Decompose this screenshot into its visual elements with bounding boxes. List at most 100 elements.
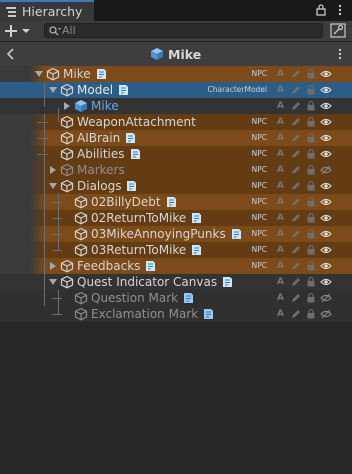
- pencil-icon[interactable]: [291, 229, 301, 239]
- lock-icon[interactable]: [307, 277, 315, 287]
- pencil-icon[interactable]: [291, 101, 301, 111]
- search-input[interactable]: [62, 24, 317, 37]
- eye-icon[interactable]: [320, 197, 332, 207]
- row-a-column[interactable]: A: [277, 306, 284, 322]
- lock-icon[interactable]: [307, 261, 315, 271]
- tab-hierarchy[interactable]: Hierarchy: [0, 0, 94, 21]
- eye-icon[interactable]: [320, 277, 332, 287]
- hierarchy-row[interactable]: Feedbacks NPC A: [0, 258, 352, 274]
- row-a-column[interactable]: A: [277, 178, 284, 194]
- row-label: 02BillyDebt: [91, 195, 161, 209]
- eye-icon[interactable]: [320, 149, 332, 159]
- hierarchy-row[interactable]: WeaponAttachment NPC A: [0, 114, 352, 130]
- back-arrow-icon[interactable]: [4, 46, 18, 62]
- pencil-icon[interactable]: [291, 277, 301, 287]
- eye-icon[interactable]: [320, 133, 332, 143]
- pencil-icon[interactable]: [291, 69, 301, 79]
- lock-icon[interactable]: [307, 213, 315, 223]
- row-label: Markers: [77, 163, 125, 177]
- row-a-column[interactable]: A: [277, 146, 284, 162]
- eye-icon[interactable]: [320, 101, 332, 111]
- pencil-icon[interactable]: [291, 197, 301, 207]
- pencil-icon[interactable]: [291, 117, 301, 127]
- lock-icon[interactable]: [307, 101, 315, 111]
- pencil-icon[interactable]: [291, 85, 301, 95]
- row-a-column[interactable]: A: [277, 274, 284, 290]
- hierarchy-row[interactable]: AIBrain NPC A: [0, 130, 352, 146]
- hierarchy-row[interactable]: Mike NPC A: [0, 66, 352, 82]
- hierarchy-row[interactable]: Exclamation Mark A: [0, 306, 352, 322]
- foldout-collapsed-icon[interactable]: [48, 165, 58, 175]
- row-a-column[interactable]: A: [277, 210, 284, 226]
- hierarchy-row[interactable]: Dialogs NPC A: [0, 178, 352, 194]
- pencil-icon[interactable]: [291, 293, 301, 303]
- eye-hidden-icon[interactable]: [320, 165, 332, 175]
- add-button[interactable]: [4, 22, 34, 40]
- hierarchy-row[interactable]: 02ReturnToMike NPC A: [0, 210, 352, 226]
- eye-hidden-icon[interactable]: [320, 309, 332, 319]
- pencil-icon[interactable]: [291, 213, 301, 223]
- lock-icon[interactable]: [307, 69, 315, 79]
- row-a-column[interactable]: A: [277, 66, 284, 82]
- foldout-collapsed-icon[interactable]: [48, 261, 58, 271]
- eye-hidden-icon[interactable]: [320, 293, 332, 303]
- lock-icon[interactable]: [307, 229, 315, 239]
- row-a-column[interactable]: A: [277, 194, 284, 210]
- lock-icon[interactable]: [307, 117, 315, 127]
- pencil-icon[interactable]: [291, 309, 301, 319]
- row-a-column[interactable]: A: [277, 130, 284, 146]
- lock-icon[interactable]: [307, 197, 315, 207]
- lock-icon[interactable]: [307, 181, 315, 191]
- lock-icon[interactable]: [307, 165, 315, 175]
- row-a-column[interactable]: A: [277, 258, 284, 274]
- row-a-column[interactable]: A: [277, 226, 284, 242]
- row-a-column[interactable]: A: [277, 98, 284, 114]
- lock-icon[interactable]: [307, 309, 315, 319]
- hierarchy-row[interactable]: Markers NPC A: [0, 162, 352, 178]
- pencil-icon[interactable]: [291, 133, 301, 143]
- eye-icon[interactable]: [320, 261, 332, 271]
- eye-icon[interactable]: [320, 69, 332, 79]
- scene-filter-icon[interactable]: [330, 23, 346, 38]
- cube-outline-icon: [74, 307, 88, 321]
- foldout-collapsed-icon[interactable]: [62, 101, 72, 111]
- eye-icon[interactable]: [320, 181, 332, 191]
- hierarchy-row[interactable]: 03ReturnToMike NPC A: [0, 242, 352, 258]
- pencil-icon[interactable]: [291, 261, 301, 271]
- lock-icon[interactable]: [307, 149, 315, 159]
- pencil-icon[interactable]: [291, 181, 301, 191]
- eye-icon[interactable]: [320, 229, 332, 239]
- lock-icon[interactable]: [307, 85, 315, 95]
- hierarchy-row[interactable]: Mike A: [0, 98, 352, 114]
- lock-icon[interactable]: [314, 3, 328, 17]
- hierarchy-row[interactable]: 02BillyDebt NPC A: [0, 194, 352, 210]
- row-a-column[interactable]: A: [277, 114, 284, 130]
- lock-icon[interactable]: [307, 245, 315, 255]
- hierarchy-row[interactable]: Abilities NPC A: [0, 146, 352, 162]
- row-a-column[interactable]: A: [277, 290, 284, 306]
- eye-icon[interactable]: [320, 85, 332, 95]
- hierarchy-row[interactable]: Question Mark A: [0, 290, 352, 306]
- hierarchy-row[interactable]: 03MikeAnnoyingPunks NPC A: [0, 226, 352, 242]
- foldout-expanded-icon[interactable]: [48, 181, 58, 191]
- foldout-expanded-icon[interactable]: [48, 277, 58, 287]
- eye-icon[interactable]: [320, 117, 332, 127]
- eye-icon[interactable]: [320, 213, 332, 223]
- prefab-menu-icon[interactable]: [334, 46, 346, 62]
- search-field[interactable]: [44, 23, 323, 38]
- pencil-icon[interactable]: [291, 245, 301, 255]
- foldout-expanded-icon[interactable]: [34, 69, 44, 79]
- row-label: Mike: [91, 99, 119, 113]
- lock-icon[interactable]: [307, 293, 315, 303]
- hierarchy-row[interactable]: Quest Indicator Canvas A: [0, 274, 352, 290]
- pencil-icon[interactable]: [291, 165, 301, 175]
- pencil-icon[interactable]: [291, 149, 301, 159]
- row-a-column[interactable]: A: [277, 162, 284, 178]
- kebab-menu-icon[interactable]: [333, 3, 347, 17]
- hierarchy-row[interactable]: Model CharacterModel A: [0, 82, 352, 98]
- lock-icon[interactable]: [307, 133, 315, 143]
- row-a-column[interactable]: A: [277, 82, 284, 98]
- eye-icon[interactable]: [320, 245, 332, 255]
- row-a-column[interactable]: A: [277, 242, 284, 258]
- foldout-expanded-icon[interactable]: [48, 85, 58, 95]
